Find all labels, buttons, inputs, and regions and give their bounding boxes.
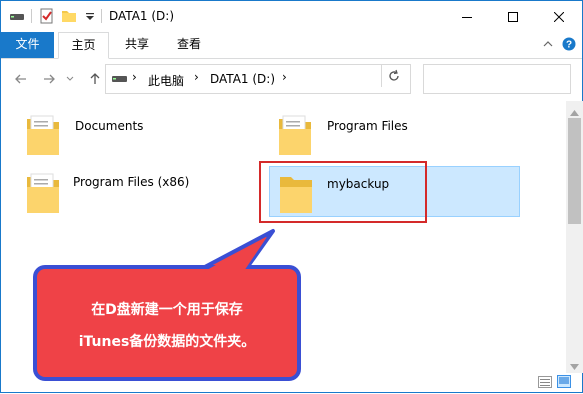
list-item[interactable]: Program Files xyxy=(273,109,473,159)
item-label: Documents xyxy=(75,119,144,133)
title-divider xyxy=(101,9,102,23)
callout-text-line1: 在D盘新建一个用于保存 xyxy=(91,302,243,318)
maximize-icon xyxy=(508,11,518,22)
address-bar[interactable]: › 此电脑 › DATA1 (D:) › xyxy=(105,64,474,94)
tab-share[interactable]: 共享 xyxy=(113,32,161,58)
search-input[interactable] xyxy=(423,64,571,94)
qa-divider xyxy=(31,9,32,23)
folder-icon xyxy=(277,113,313,160)
folder-icon xyxy=(25,171,61,218)
properties-icon[interactable] xyxy=(39,8,55,27)
minimize-button[interactable] xyxy=(444,1,490,32)
up-arrow-icon xyxy=(90,73,100,84)
list-item[interactable]: Documents xyxy=(21,109,221,159)
scroll-down-icon[interactable] xyxy=(570,359,579,373)
breadcrumb-drive[interactable]: DATA1 (D:) xyxy=(210,72,275,86)
large-icons-view-icon[interactable] xyxy=(557,375,571,391)
highlight-box xyxy=(259,161,427,223)
tab-home[interactable]: 主页 xyxy=(58,32,109,59)
help-icon[interactable]: ? xyxy=(562,37,576,54)
vertical-scrollbar[interactable] xyxy=(566,101,583,373)
breadcrumb-separator-icon[interactable]: › xyxy=(132,70,137,84)
list-item[interactable]: Program Files (x86) xyxy=(21,167,221,217)
maximize-button[interactable] xyxy=(490,1,536,32)
tab-view[interactable]: 查看 xyxy=(165,32,213,58)
item-label: Program Files xyxy=(327,119,408,133)
forward-button[interactable] xyxy=(41,71,57,87)
minimize-icon xyxy=(462,16,472,18)
back-button[interactable] xyxy=(13,71,29,87)
expand-ribbon-icon[interactable] xyxy=(542,38,554,53)
new-folder-icon[interactable] xyxy=(61,8,77,27)
callout-text-line2: iTunes备份数据的文件夹。 xyxy=(78,334,256,350)
ribbon-tabs: 文件 主页 共享 查看 ? xyxy=(1,32,582,59)
refresh-button[interactable] xyxy=(381,65,406,87)
folder-icon xyxy=(25,113,61,160)
close-icon xyxy=(554,11,564,22)
customize-toolbar-icon[interactable] xyxy=(85,11,95,25)
breadcrumb-separator-icon[interactable]: › xyxy=(282,70,287,84)
title-bar: DATA1 (D:) xyxy=(1,1,582,32)
chevron-down-icon xyxy=(66,76,74,81)
close-button[interactable] xyxy=(536,1,582,32)
svg-text:?: ? xyxy=(566,40,572,51)
navigation-bar: › 此电脑 › DATA1 (D:) › xyxy=(1,59,582,102)
breadcrumb-this-pc[interactable]: 此电脑 xyxy=(148,72,184,89)
item-label: Program Files (x86) xyxy=(73,175,190,189)
drive-icon xyxy=(9,8,25,27)
scroll-up-icon[interactable] xyxy=(570,105,579,119)
tab-file[interactable]: 文件 xyxy=(1,32,54,58)
forward-arrow-icon xyxy=(44,74,55,84)
drive-icon xyxy=(112,73,128,88)
details-view-icon[interactable] xyxy=(538,376,552,391)
callout-annotation: 在D盘新建一个用于保存 iTunes备份数据的文件夹。 xyxy=(33,265,301,381)
back-arrow-icon xyxy=(15,74,26,84)
recent-locations-button[interactable] xyxy=(65,71,75,87)
up-button[interactable] xyxy=(87,71,103,87)
breadcrumb-separator-icon[interactable]: › xyxy=(194,70,199,84)
refresh-icon xyxy=(389,69,399,81)
explorer-window: DATA1 (D:) 文件 主页 共享 查看 ? › 此电脑 › DATA1 (… xyxy=(0,0,583,393)
scrollbar-thumb[interactable] xyxy=(568,118,581,224)
window-title: DATA1 (D:) xyxy=(109,9,175,23)
